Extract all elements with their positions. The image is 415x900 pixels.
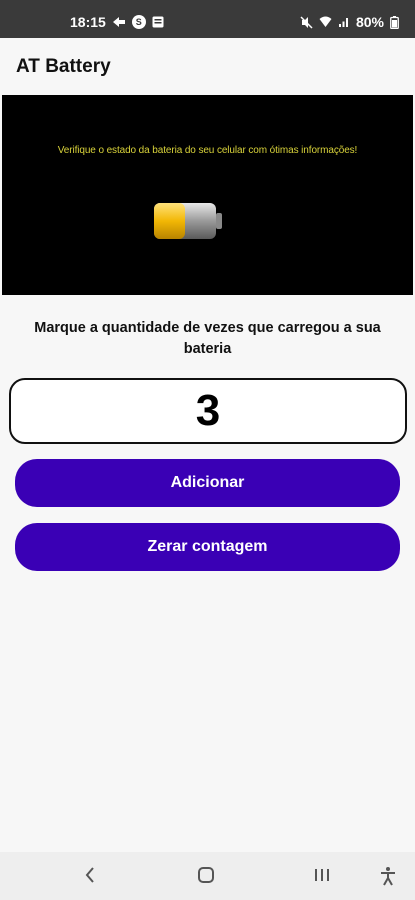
s-badge-icon: S	[131, 15, 146, 29]
signal-icon	[338, 16, 350, 28]
data-saver-icon	[112, 16, 126, 28]
back-icon[interactable]	[84, 866, 96, 884]
battery-graphic	[152, 199, 224, 248]
status-time: 18:15	[70, 14, 106, 30]
gallery-icon	[152, 16, 164, 28]
status-right: 80%	[300, 14, 399, 30]
mute-icon	[300, 15, 313, 29]
navigation-bar	[0, 852, 415, 900]
recents-icon[interactable]	[313, 866, 331, 884]
battery-percent: 80%	[355, 14, 384, 30]
charge-count-display: 3	[9, 378, 407, 444]
wifi-icon	[319, 16, 332, 28]
prompt-label: Marque a quantidade de vezes que carrego…	[34, 320, 381, 357]
reset-count-button[interactable]: Zerar contagem	[15, 523, 400, 571]
add-button[interactable]: Adicionar	[15, 459, 400, 507]
banner-text: Verifique o estado da bateria do seu cel…	[57, 145, 358, 156]
battery-icon	[390, 15, 399, 29]
accessibility-icon[interactable]	[379, 866, 397, 886]
status-bar: 18:15 S 80%	[0, 0, 415, 38]
banner: Verifique o estado da bateria do seu cel…	[2, 95, 413, 295]
app-title: AT Battery	[16, 56, 111, 77]
home-icon[interactable]	[197, 866, 215, 884]
app-bar: AT Battery	[0, 38, 415, 95]
status-left: 18:15 S	[70, 14, 164, 30]
